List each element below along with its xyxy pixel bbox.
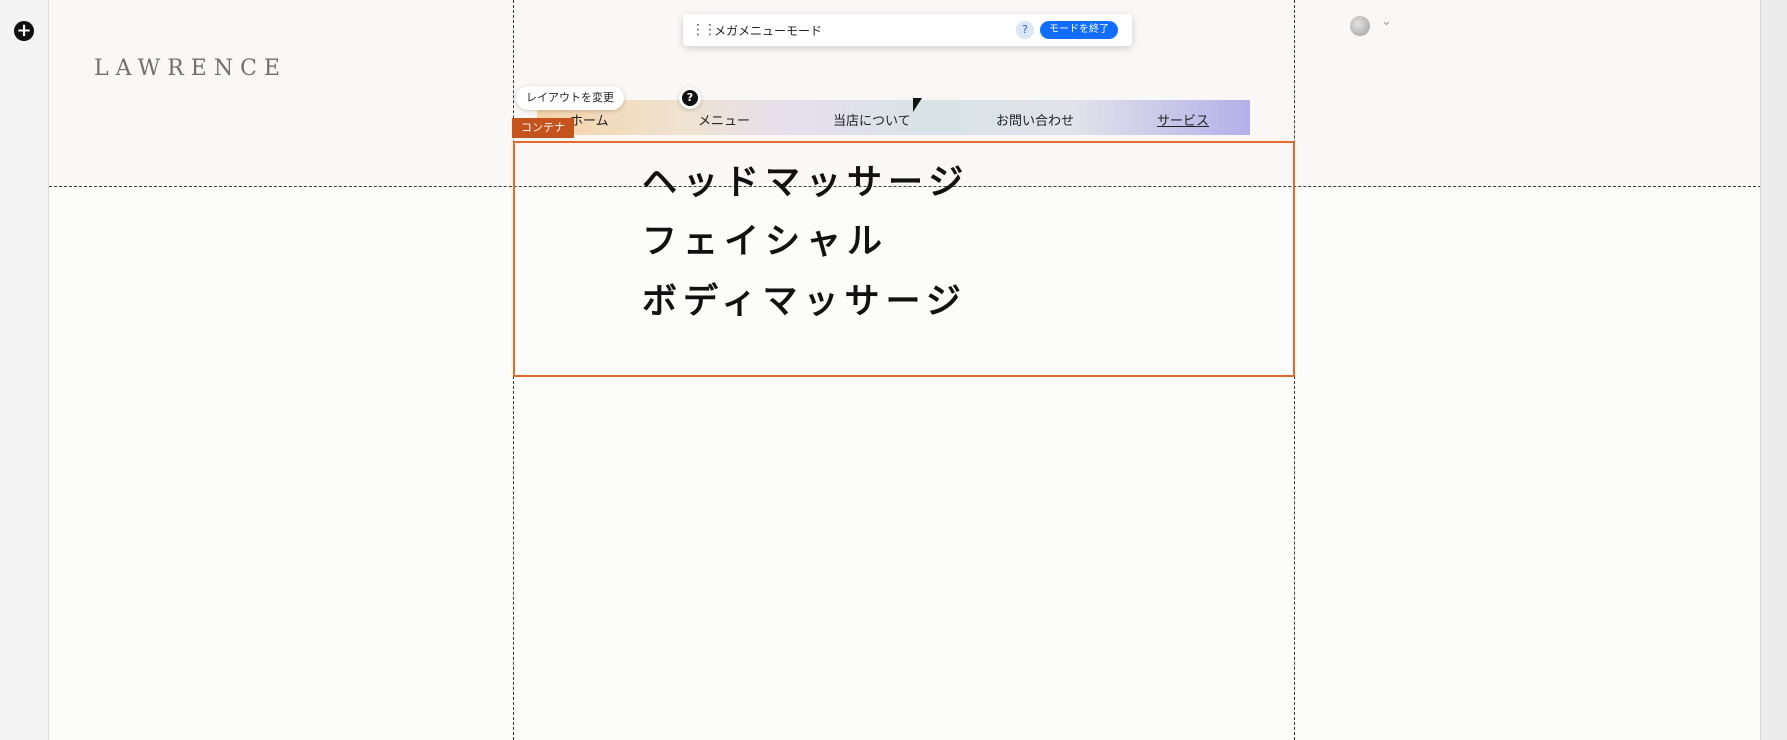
service-item-facial[interactable]: フェイシャル [642,213,888,264]
toolbar-help-button[interactable]: ? [1016,21,1034,39]
nav-item-contact[interactable]: お問い合わせ [996,110,1074,129]
editor-left-rail: + [0,0,49,740]
nav-item-home[interactable]: ホーム [570,110,609,129]
editor-right-rail [1760,0,1787,740]
mouse-cursor-icon [913,98,922,112]
service-item-body-massage[interactable]: ボディマッサージ [642,273,967,324]
change-layout-button[interactable]: レイアウトを変更 [516,86,624,110]
mega-menu-container[interactable]: ヘッドマッサージ フェイシャル ボディマッサージ [513,141,1295,377]
exit-mode-button[interactable]: モードを終了 [1040,21,1118,39]
user-avatar[interactable] [1350,16,1370,36]
site-logo[interactable]: LAWRENCE [94,56,287,81]
editor-canvas: LAWRENCE ⋮⋮ メガメニューモード ? モードを終了 ⌄ ホーム メニュ… [49,0,1761,740]
help-icon: ? [682,90,698,106]
layout-help-button[interactable]: ? [679,87,701,109]
nav-item-services[interactable]: サービス [1157,110,1209,129]
drag-handle-icon[interactable]: ⋮⋮ [691,22,717,38]
nav-item-menu[interactable]: メニュー [698,110,750,129]
container-label[interactable]: コンテナ [512,118,574,138]
plus-circle-icon[interactable]: + [14,21,34,41]
nav-item-about[interactable]: 当店について [833,110,911,129]
chevron-down-icon[interactable]: ⌄ [1381,14,1392,29]
mega-menu-toolbar: ⋮⋮ メガメニューモード ? モードを終了 [683,14,1132,46]
site-nav-bar: ホーム メニュー 当店について お問い合わせ サービス [537,100,1250,135]
toolbar-title: メガメニューモード [714,23,823,38]
service-item-head-massage[interactable]: ヘッドマッサージ [642,154,969,205]
